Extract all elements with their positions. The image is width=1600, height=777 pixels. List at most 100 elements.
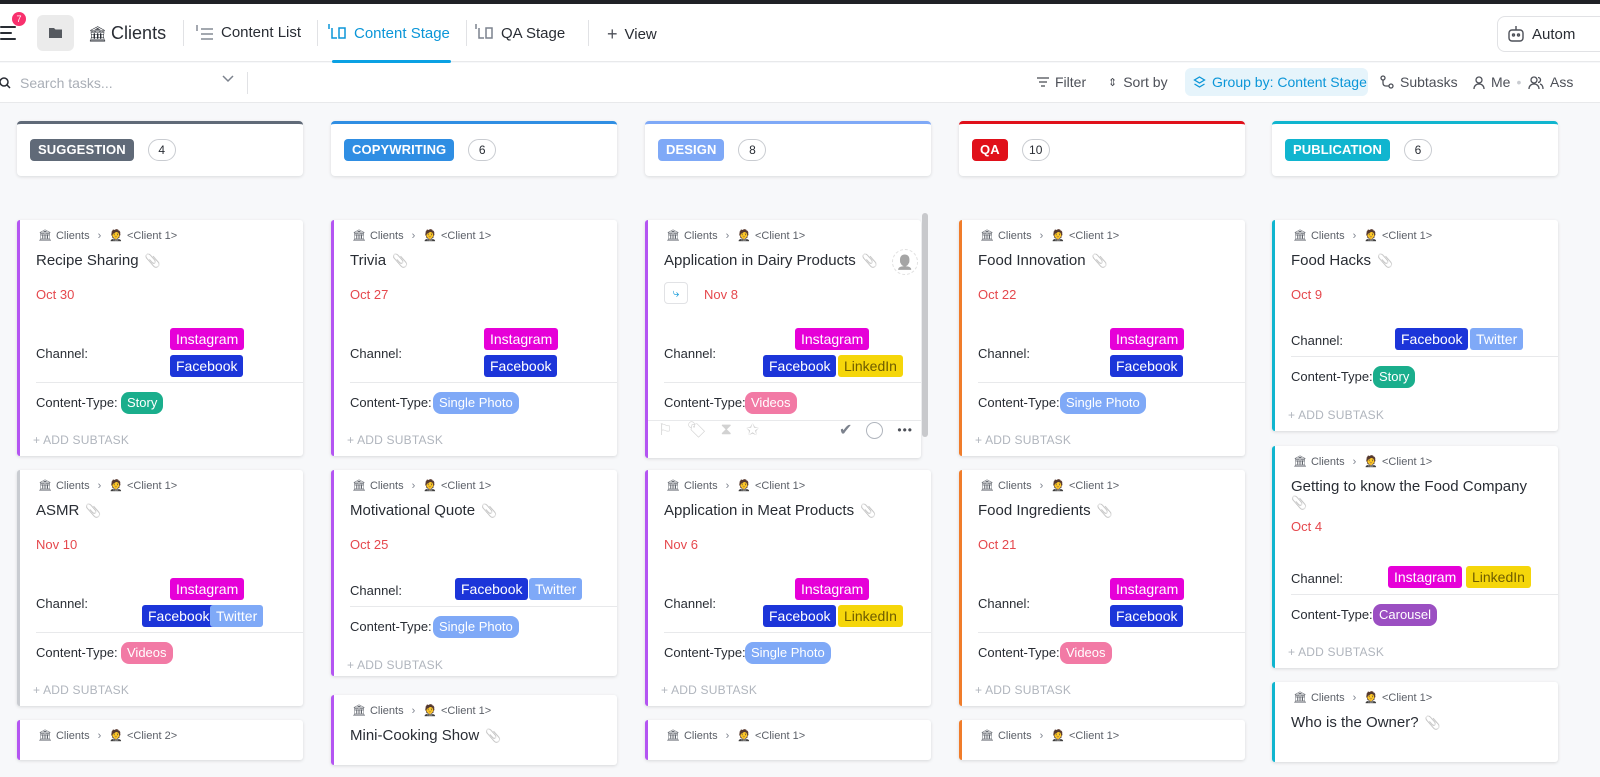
channel-tag-instagram[interactable]: Instagram (170, 328, 245, 350)
due-date[interactable]: Oct 21 (978, 537, 1016, 552)
content-type-tag[interactable]: Videos (745, 392, 797, 414)
breadcrumb[interactable]: 🏛 Clients › 🤵 <Client 1> (666, 479, 805, 493)
breadcrumb[interactable]: 🏛 Clients › 🤵 <Client 1> (980, 479, 1119, 493)
due-date[interactable]: Oct 25 (350, 537, 388, 552)
column-header[interactable]: SUGGESTION 4 (17, 121, 303, 176)
task-title[interactable]: Recipe Sharing 📎 (36, 252, 161, 269)
breadcrumb[interactable]: 🏛 Clients › 🤵 <Client 1> (1293, 229, 1432, 243)
task-card[interactable]: 🏛 Clients › 🤵 <Client 1> Food Hacks 📎 Oct 9 Chan… (1272, 220, 1558, 431)
channel-tag-twitter[interactable]: Twitter (529, 578, 583, 600)
breadcrumb[interactable]: 🏛 Clients › 🤵 <Client 1> (980, 229, 1119, 243)
add-subtask-button[interactable]: + ADD SUBTASK (1288, 408, 1384, 422)
attachment-icon[interactable]: 📎 (85, 503, 101, 519)
attachment-icon[interactable]: 📎 (481, 503, 497, 519)
attachment-icon[interactable]: 📎 (1097, 503, 1113, 519)
attachment-icon[interactable]: 📎 (145, 253, 161, 269)
group-by-button[interactable]: Group by: Content Stage (1185, 68, 1368, 96)
chevron-down-icon[interactable] (222, 75, 234, 83)
content-type-tag[interactable]: Single Photo (745, 642, 831, 664)
attachment-icon[interactable]: 📎 (1291, 495, 1551, 511)
automate-button[interactable]: Autom (1497, 16, 1600, 52)
content-type-tag[interactable]: Single Photo (1060, 392, 1146, 414)
channel-tag-facebook[interactable]: Facebook (142, 605, 216, 627)
due-date[interactable]: Oct 9 (1291, 287, 1322, 302)
folder-button[interactable] (37, 15, 74, 51)
breadcrumb[interactable]: 🏛 Clients › 🤵 <Client 1> (352, 704, 491, 718)
breadcrumb[interactable]: 🏛 Clients › 🤵 <Client 1> (666, 729, 805, 743)
content-type-tag[interactable]: Videos (1060, 642, 1112, 664)
sort-button[interactable]: ⇕ Sort by (1108, 74, 1168, 90)
task-title[interactable]: Trivia 📎 (350, 252, 408, 269)
channel-tag-twitter[interactable]: Twitter (210, 605, 264, 627)
channel-tag-linkedin[interactable]: LinkedIn (838, 605, 903, 627)
channel-tag-linkedin[interactable]: LinkedIn (838, 355, 903, 377)
add-view-button[interactable]: + View (607, 24, 657, 45)
task-title[interactable]: Food Innovation 📎 (978, 252, 1108, 269)
channel-tag-facebook[interactable]: Facebook (763, 355, 837, 377)
channel-tag-linkedin[interactable]: LinkedIn (1466, 566, 1531, 588)
task-title[interactable]: ASMR 📎 (36, 502, 102, 519)
filter-button[interactable]: Filter (1037, 74, 1086, 90)
more-options-icon[interactable]: ••• (897, 423, 913, 437)
attachment-icon[interactable]: 📎 (1092, 253, 1108, 269)
due-date[interactable]: Nov 10 (36, 537, 77, 552)
content-type-tag[interactable]: Story (121, 392, 164, 414)
channel-tag-instagram[interactable]: Instagram (1110, 328, 1185, 350)
breadcrumb[interactable]: 🏛 Clients › 🤵 <Client 1> (666, 229, 805, 243)
attachment-icon[interactable]: 📎 (485, 728, 501, 744)
add-subtask-button[interactable]: + ADD SUBTASK (975, 683, 1071, 697)
column-scrollbar[interactable] (922, 213, 928, 437)
content-type-tag[interactable]: Story (1373, 366, 1416, 388)
attachment-icon[interactable]: 📎 (862, 253, 878, 269)
tab-qa-stage[interactable]: QA Stage (474, 24, 565, 42)
column-header[interactable]: PUBLICATION 6 (1272, 121, 1558, 176)
task-card[interactable]: 🏛 Clients › 🤵 <Client 1> Mini-Cooking Show 📎 (331, 695, 617, 765)
task-title[interactable]: Food Ingredients 📎 (978, 502, 1113, 519)
channel-tag-instagram[interactable]: Instagram (170, 578, 245, 600)
channel-tag-facebook[interactable]: Facebook (484, 355, 558, 377)
task-card[interactable]: 🏛 Clients › 🤵 <Client 1> Food Ingredients 📎 Oct… (959, 470, 1245, 706)
channel-tag-instagram[interactable]: Instagram (484, 328, 559, 350)
content-type-tag[interactable]: Carousel (1373, 604, 1438, 626)
task-card[interactable]: 🏛 Clients › 🤵 <Client 1> Recipe Sharing 📎 Oct 3… (17, 220, 303, 456)
add-subtask-button[interactable]: + ADD SUBTASK (33, 433, 129, 447)
search-input[interactable]: Search tasks... (0, 73, 240, 93)
subtasks-button[interactable]: Subtasks (1380, 74, 1458, 90)
task-card[interactable]: 🏛 Clients › 🤵 <Client 1> Trivia 📎 Oct 27 Channel… (331, 220, 617, 456)
task-card[interactable]: 🏛 Clients › 🤵 <Client 1> Who is the Owner? 📎 (1272, 682, 1558, 762)
breadcrumb[interactable]: 🏛 Clients › 🤵 <Client 1> (352, 479, 491, 493)
menu-icon[interactable] (0, 26, 16, 42)
attachment-icon[interactable]: 📎 (1425, 715, 1441, 731)
task-card[interactable]: 🏛 Clients › 🤵 <Client 1> (645, 720, 931, 760)
channel-tag-facebook[interactable]: Facebook (170, 355, 244, 377)
me-filter-button[interactable]: Me • (1473, 74, 1521, 90)
content-type-tag[interactable]: Single Photo (433, 392, 519, 414)
breadcrumb[interactable]: 🏛 Clients › 🤵 <Client 1> (980, 729, 1119, 743)
status-circle-icon[interactable] (866, 421, 884, 439)
due-date[interactable]: Oct 30 (36, 287, 74, 302)
star-icon[interactable]: ✩ (746, 420, 759, 440)
task-title[interactable]: Food Hacks 📎 (1291, 252, 1393, 269)
tag-icon[interactable]: 🏷 (686, 420, 706, 440)
hourglass-icon[interactable]: ⧗ (721, 421, 732, 439)
channel-tag-twitter[interactable]: Twitter (1470, 328, 1524, 350)
task-card[interactable]: 🏛 Clients › 🤵 <Client 1> Motivational Quote 📎 O… (331, 470, 617, 676)
breadcrumb[interactable]: 🏛 Clients › 🤵 <Client 2> (38, 729, 177, 743)
breadcrumb[interactable]: 🏛 Clients › 🤵 <Client 1> (38, 229, 177, 243)
due-date[interactable]: Oct 27 (350, 287, 388, 302)
task-title[interactable]: Getting to know the Food Company 📎 (1291, 478, 1551, 511)
task-card[interactable]: 🏛 Clients › 🤵 <Client 2> (17, 720, 303, 760)
add-assignee-icon[interactable]: 👤 (892, 249, 918, 275)
channel-tag-facebook[interactable]: Facebook (763, 605, 837, 627)
tab-content-stage[interactable]: Content Stage (327, 24, 450, 42)
tab-content-list[interactable]: Content List (196, 24, 301, 41)
check-icon[interactable]: ✔ (839, 420, 852, 440)
breadcrumb[interactable]: 🏛 Clients › 🤵 <Client 1> (38, 479, 177, 493)
due-date[interactable]: Nov 8 (704, 287, 738, 302)
channel-tag-facebook[interactable]: Facebook (1395, 328, 1469, 350)
add-subtask-button[interactable]: + ADD SUBTASK (1288, 645, 1384, 659)
task-card[interactable]: 🏛 Clients › 🤵 <Client 1> Application in Dairy… (645, 220, 921, 458)
flag-icon[interactable]: ⚐ (658, 420, 672, 440)
add-subtask-button[interactable]: + ADD SUBTASK (33, 683, 129, 697)
subtask-toggle-icon[interactable]: ⤷ (664, 282, 688, 304)
